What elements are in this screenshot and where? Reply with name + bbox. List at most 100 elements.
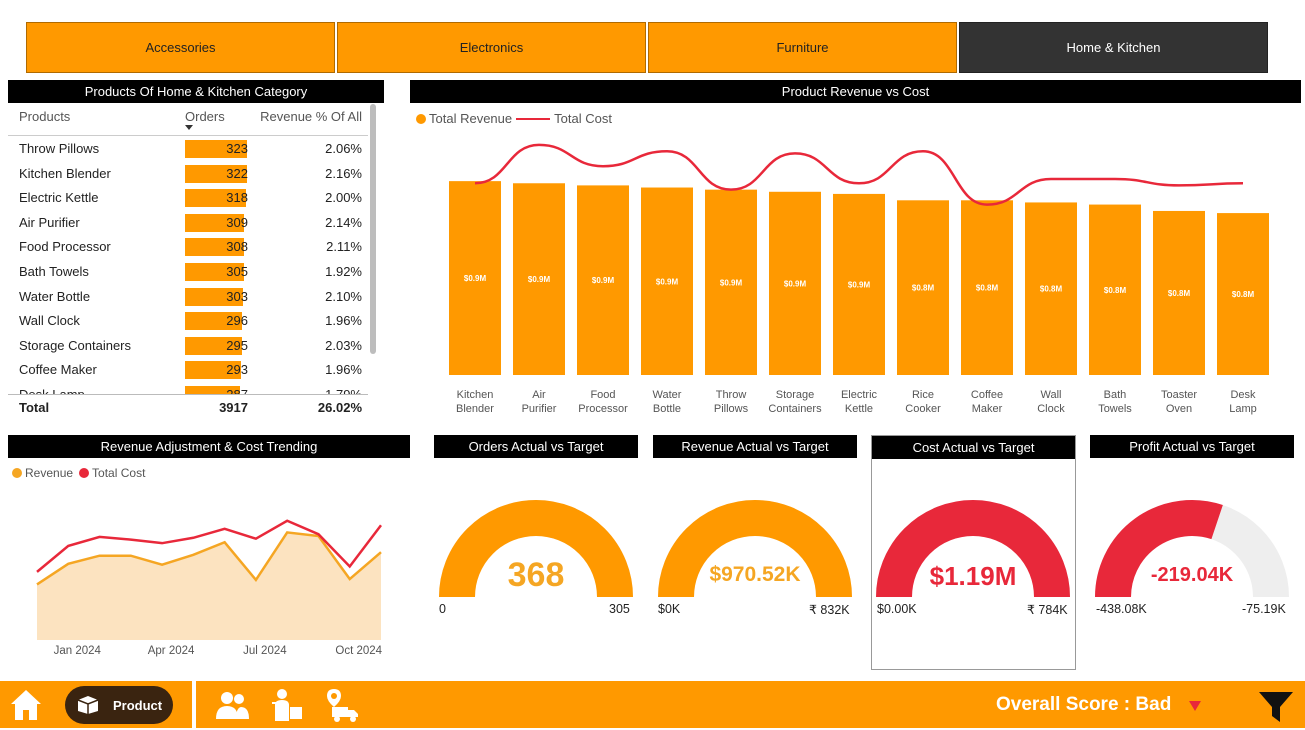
x-tick-label: Apr 2024	[148, 645, 195, 657]
product-name: Wall Clock	[19, 313, 80, 329]
x-tick-label: Throw	[716, 389, 747, 401]
home-icon[interactable]	[8, 687, 44, 728]
bar-data-label: $0.9M	[464, 274, 487, 283]
table-total-row: Total 3917 26.02%	[8, 394, 368, 420]
table-row[interactable]: Water Bottle 303 2.10%	[8, 285, 368, 309]
revenue-pct-value: 2.06%	[325, 141, 362, 156]
orders-gauge-title: Orders Actual vs Target	[434, 435, 638, 458]
score-down-arrow-icon	[1189, 701, 1201, 711]
table-row[interactable]: Throw Pillows 323 2.06%	[8, 137, 368, 161]
product-name: Electric Kettle	[19, 190, 99, 206]
bar-data-label: $0.9M	[848, 280, 871, 289]
x-tick-label: Clock	[1037, 403, 1065, 415]
footer-divider	[192, 681, 196, 728]
product-name: Desk Lamp	[19, 387, 85, 394]
bar-data-label: $0.8M	[1040, 285, 1063, 294]
revenue-pct-value: 1.96%	[325, 313, 362, 329]
x-tick-label: Bottle	[653, 403, 681, 415]
shipping-truck-icon[interactable]	[324, 687, 360, 728]
customers-icon[interactable]	[214, 689, 250, 726]
tab-furniture[interactable]: Furniture	[648, 22, 957, 73]
product-name: Bath Towels	[19, 264, 89, 279]
x-tick-label: Storage	[776, 389, 815, 401]
table-body[interactable]: Throw Pillows 323 2.06% Kitchen Blender 322 2…	[8, 137, 368, 394]
x-tick-label: Air	[532, 389, 546, 401]
orders-gauge-value: 368	[507, 556, 565, 594]
total-revenue-pct: 26.02%	[317, 400, 362, 415]
footer-navbar: Product Overall Score : Bad	[0, 681, 1305, 728]
revenue-pct-value: 1.79%	[325, 387, 362, 394]
tab-electronics[interactable]: Electronics	[337, 22, 646, 73]
bar-data-label: $0.9M	[720, 278, 743, 287]
revenue-gauge-title: Revenue Actual vs Target	[653, 435, 857, 458]
legend-total-cost: Total Cost	[554, 111, 612, 126]
legend-revenue: Revenue	[25, 466, 74, 480]
table-scrollbar[interactable]	[370, 104, 376, 354]
revenue-pct-value: 2.16%	[325, 165, 362, 181]
table-row[interactable]: Storage Containers 295 2.03%	[8, 334, 368, 358]
x-tick-label: Containers	[768, 403, 822, 415]
products-table: Products Orders Revenue % Of All Throw P…	[8, 104, 384, 420]
orders-value: 308	[226, 239, 248, 255]
orders-gauge-min: 0	[439, 602, 446, 616]
x-tick-label: Kitchen	[457, 389, 494, 401]
revenue-pct-value: 2.14%	[325, 214, 362, 230]
x-tick-label: Coffee	[971, 389, 1003, 401]
filter-icon[interactable]	[1257, 689, 1295, 730]
revenue-pct-value: 2.03%	[325, 337, 362, 353]
category-tabs: Accessories Electronics Furniture Home &…	[26, 22, 1270, 73]
table-row[interactable]: Food Processor 308 2.11%	[8, 235, 368, 259]
table-row[interactable]: Wall Clock 296 1.96%	[8, 309, 368, 333]
profit-gauge-value: -219.04K	[1150, 564, 1234, 586]
product-name: Food Processor	[19, 239, 111, 255]
tab-accessories[interactable]: Accessories	[26, 22, 335, 73]
x-tick-label: Cooker	[905, 403, 941, 415]
x-tick-label: Wall	[1041, 389, 1062, 401]
trend-chart: Jan 2024 Apr 2024 Jul 2024 Oct 2024	[36, 519, 383, 657]
x-tick-label: Jan 2024	[54, 645, 102, 657]
product-name: Coffee Maker	[19, 362, 97, 378]
x-tick-label: Jul 2024	[243, 645, 287, 657]
table-row[interactable]: Kitchen Blender 322 2.16%	[8, 162, 368, 186]
cost-legend-dot-icon	[79, 468, 90, 478]
x-tick-label: Oct 2024	[335, 645, 382, 657]
table-row[interactable]: Electric Kettle 318 2.00%	[8, 186, 368, 210]
revenue-cost-chart: $0.9M Kitchen Blender $0.9M Air Purifier $0.9M…	[449, 143, 1269, 415]
header-orders[interactable]: Orders	[185, 109, 225, 124]
trend-legend: Revenue Total Cost	[12, 466, 145, 480]
table-row[interactable]: Coffee Maker 293 1.96%	[8, 358, 368, 382]
bar-data-label: $0.9M	[784, 279, 807, 288]
product-page-button[interactable]: Product	[65, 686, 173, 724]
cost-gauge-max: ₹ 784K	[1027, 603, 1068, 617]
header-products[interactable]: Products	[19, 109, 70, 124]
revenue-pct-value: 1.92%	[325, 264, 362, 279]
revenue-pct-value: 1.96%	[325, 362, 362, 378]
bar-data-label: $0.8M	[1232, 290, 1255, 299]
cost-gauge-value: $1.19M	[929, 561, 1017, 591]
tab-home-kitchen[interactable]: Home & Kitchen	[959, 22, 1268, 73]
orders-value: 318	[226, 190, 248, 206]
revenue-legend-dot-icon	[416, 113, 426, 124]
product-page-label: Product	[113, 697, 163, 713]
bar-data-label: $0.8M	[1168, 289, 1191, 298]
x-tick-label: Blender	[456, 403, 494, 415]
bar-data-label: $0.9M	[592, 276, 615, 285]
trend-panel-title: Revenue Adjustment & Cost Trending	[8, 435, 410, 458]
product-name: Storage Containers	[19, 337, 132, 353]
table-row[interactable]: Desk Lamp 287 1.79%	[8, 383, 368, 394]
x-tick-label: Towels	[1098, 403, 1132, 415]
cost-gauge-selected-frame[interactable]	[871, 435, 1076, 670]
table-row[interactable]: Air Purifier 309 2.14%	[8, 211, 368, 235]
table-row[interactable]: Bath Towels 305 1.92%	[8, 260, 368, 284]
orders-gauge-max: 305	[609, 602, 630, 616]
orders-value: 323	[226, 141, 248, 156]
product-name: Water Bottle	[19, 288, 91, 304]
orders-value: 287	[185, 387, 248, 394]
total-label: Total	[19, 400, 50, 415]
header-revenue-pct[interactable]: Revenue % Of All	[260, 109, 362, 124]
cost-gauge-title: Cost Actual vs Target	[872, 436, 1075, 459]
sort-desc-icon	[185, 125, 193, 130]
delivery-person-icon[interactable]	[270, 687, 306, 728]
table-header: Products Orders Revenue % Of All	[8, 104, 368, 136]
profit-gauge-max: -75.19K	[1242, 602, 1286, 616]
